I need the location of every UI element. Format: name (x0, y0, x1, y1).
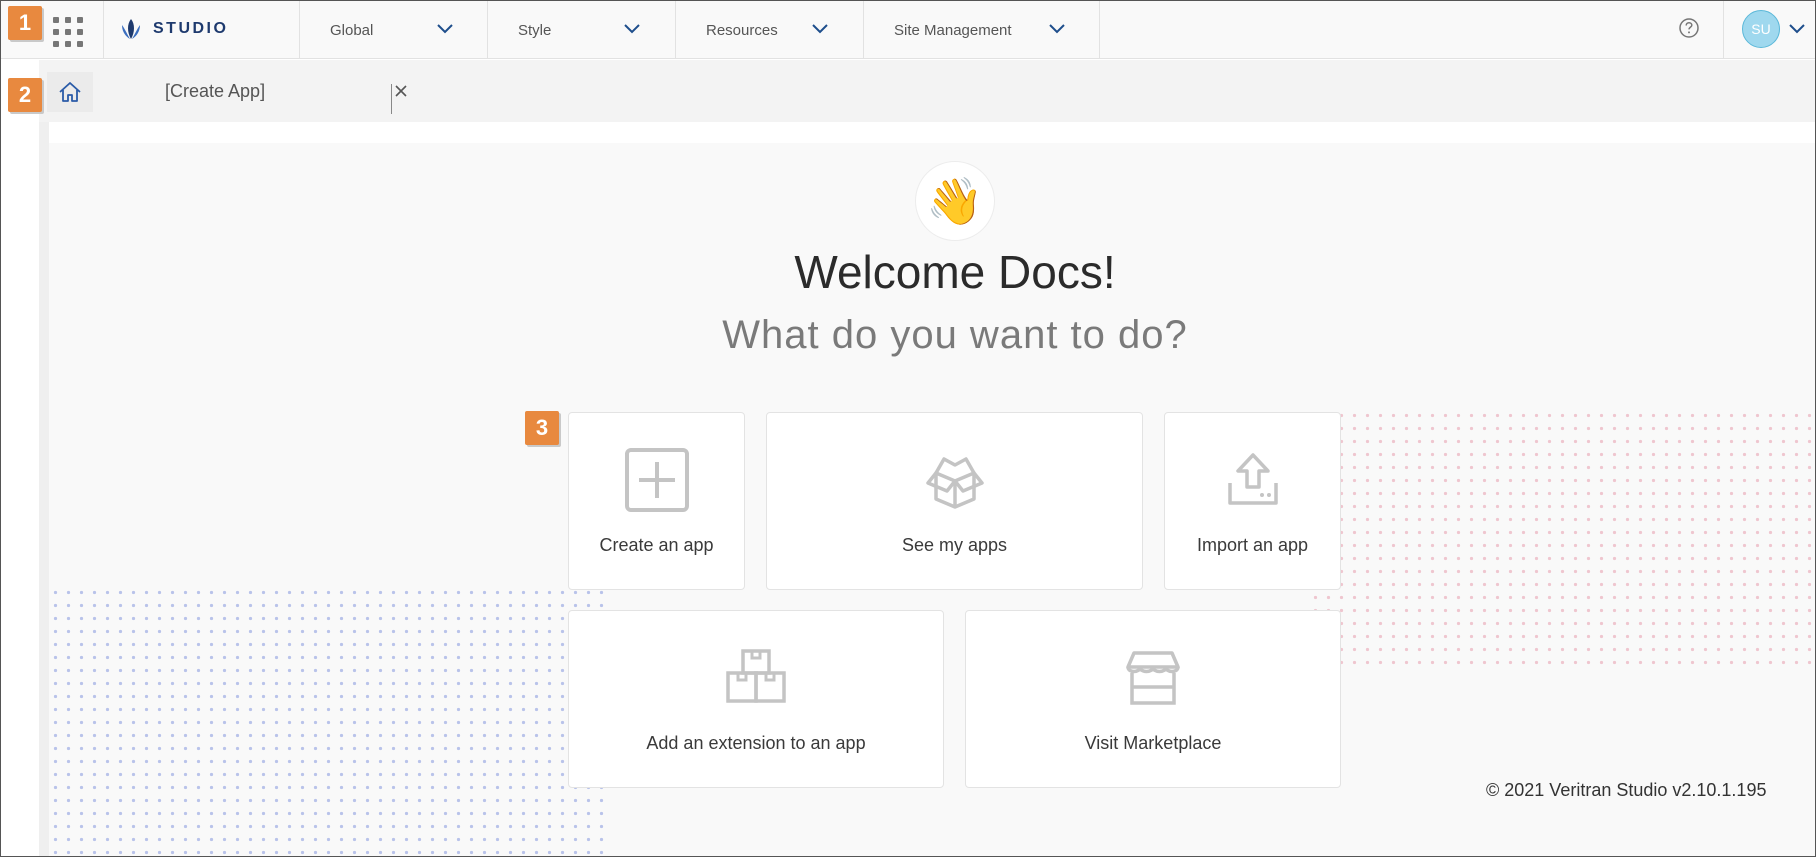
chevron-down-icon (1049, 24, 1065, 34)
nav-divider (1099, 1, 1100, 59)
card-label: Add an extension to an app (646, 733, 866, 753)
copyright-footer: © 2021 Veritran Studio v2.10.1.195 (1486, 780, 1767, 800)
stacked-boxes-icon (726, 649, 786, 703)
menu-global[interactable]: Global (299, 1, 487, 59)
home-content: 👋 Welcome Docs! What do you want to do? … (49, 143, 1815, 856)
add-extension-card[interactable]: Add an extension to an app (568, 610, 944, 788)
visit-marketplace-card[interactable]: Visit Marketplace (965, 610, 1341, 788)
open-box-icon (925, 457, 984, 509)
plus-square-icon (624, 448, 689, 512)
menu-label: Global (330, 21, 374, 39)
see-my-apps-card[interactable]: See my apps (766, 412, 1143, 590)
dot-pattern-right (1309, 409, 1815, 665)
create-app-card[interactable]: Create an app (568, 412, 745, 590)
chevron-down-icon (812, 24, 828, 34)
menu-style[interactable]: Style (487, 1, 675, 59)
nav-divider (103, 1, 104, 59)
chevron-down-icon (624, 24, 640, 34)
nav-divider (1723, 1, 1724, 59)
card-label: Import an app (1196, 535, 1309, 555)
tab-home[interactable] (47, 72, 93, 112)
storefront-icon (1126, 651, 1180, 705)
tab-label: [Create App] (165, 80, 266, 101)
waving-hand-icon: 👋 (915, 161, 995, 241)
step-badge: 2 (8, 78, 42, 112)
menu-site-management[interactable]: Site Management (863, 1, 1099, 59)
lotus-logo-icon (122, 19, 140, 39)
top-navigation: STUDIO Global Style Resources Site Manag… (1, 1, 1815, 59)
import-app-card[interactable]: Import an app (1164, 412, 1341, 590)
left-gutter (39, 122, 49, 856)
welcome-title: Welcome Docs! (794, 246, 1116, 298)
menu-label: Resources (706, 21, 778, 39)
step-badge: 1 (8, 6, 42, 40)
menu-resources[interactable]: Resources (675, 1, 863, 59)
card-label: See my apps (901, 535, 1008, 555)
menu-label: Site Management (894, 21, 1012, 39)
help-circle-icon[interactable] (1678, 17, 1700, 39)
brand-logo[interactable]: STUDIO (119, 16, 228, 42)
welcome-subtitle: What do you want to do? (722, 313, 1188, 357)
avatar-initials: SU (1751, 21, 1771, 37)
app-frame: STUDIO Global Style Resources Site Manag… (0, 0, 1816, 857)
tab-separator (391, 84, 392, 114)
tab-bar: [Create App] (39, 60, 1815, 122)
menu-label: Style (518, 21, 552, 39)
dot-pattern-left (49, 586, 605, 856)
chevron-down-icon[interactable] (1788, 22, 1806, 36)
close-icon[interactable] (393, 83, 409, 99)
wave-emoji: 👋 (926, 174, 984, 227)
card-label: Visit Marketplace (1084, 733, 1222, 753)
home-icon (59, 82, 81, 102)
tab-create-app[interactable]: [Create App] (125, 60, 423, 122)
apps-grid-icon[interactable] (51, 15, 83, 47)
step-badge: 3 (525, 411, 559, 445)
card-label: Create an app (599, 535, 714, 555)
chevron-down-icon (437, 24, 453, 34)
user-avatar[interactable]: SU (1742, 10, 1780, 48)
brand-name: STUDIO (153, 20, 229, 37)
upload-icon (1227, 453, 1278, 505)
